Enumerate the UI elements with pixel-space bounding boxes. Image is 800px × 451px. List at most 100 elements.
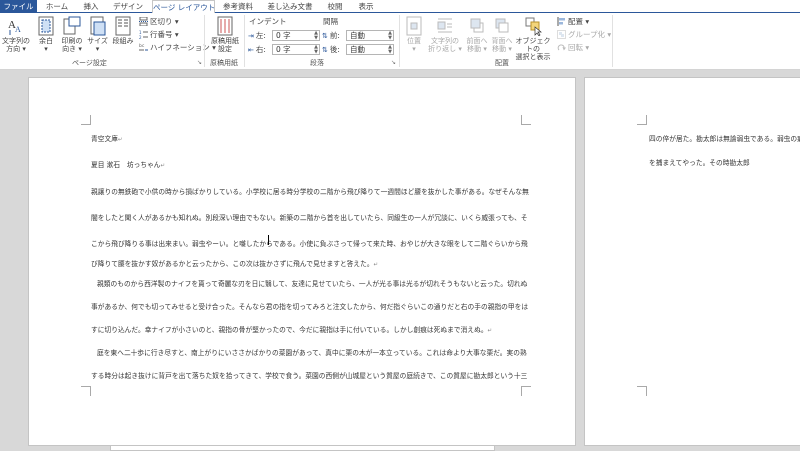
page-setup-group-label: ページ設定 xyxy=(72,59,107,67)
crop-mark xyxy=(81,115,91,125)
crop-mark xyxy=(637,115,647,125)
selection-pane-button[interactable]: オブジェクトの 選択と表示 xyxy=(514,16,552,61)
group-divider xyxy=(612,15,613,67)
indent-header: インデント xyxy=(249,17,287,26)
indent-left-input[interactable]: 0 字 ▲ ▼ xyxy=(272,30,320,41)
orientation-icon xyxy=(63,16,81,35)
crop-mark xyxy=(521,386,531,396)
text-direction-button[interactable]: AA 文字列の 方向 ▾ xyxy=(2,16,30,53)
tab-file[interactable]: ファイル xyxy=(0,0,37,13)
arrange-group-label: 配置 xyxy=(495,59,509,67)
align-icon xyxy=(557,17,565,26)
document-line: 事があるか、何でも切ってみせると受け合った。そんなら君の指を切ってみろと注文した… xyxy=(91,303,529,311)
line-numbers-button[interactable]: 12 行番号 ▾ xyxy=(139,29,179,40)
document-page[interactable]: 青空文庫↵ 夏目 漱石 坊っちゃん↵ 親譲りの無鉄砲で小供の時から損ばかりしてい… xyxy=(28,77,576,446)
tab-home[interactable]: ホーム xyxy=(40,0,74,13)
crop-mark xyxy=(81,386,91,396)
crop-mark xyxy=(637,386,647,396)
group-divider xyxy=(399,15,400,67)
bring-forward-icon xyxy=(470,18,484,33)
tab-insert[interactable]: 挿入 xyxy=(78,0,104,13)
paragraph-mark-icon: ↵ xyxy=(487,328,493,334)
crop-mark xyxy=(521,115,531,125)
margins-button[interactable]: 余白 ▾ xyxy=(34,16,58,53)
position-button[interactable]: 位置 ▾ xyxy=(402,16,426,53)
group-divider xyxy=(204,15,205,67)
ribbon: AA 文字列の 方向 ▾ 余白 ▾ 印刷の 向き ▾ サイズ ▾ 段組み 区切り… xyxy=(0,13,800,70)
indent-right-icon: ⇤ xyxy=(248,45,254,54)
document-line: 親譲りの無鉄砲で小供の時から損ばかりしている。小学校に居る時分学校の二階から飛び… xyxy=(91,188,529,196)
send-backward-button[interactable]: 背面へ 移動 ▾ xyxy=(489,16,515,53)
orientation-button[interactable]: 印刷の 向き ▾ xyxy=(59,16,85,53)
paragraph-mark-icon: ↵ xyxy=(160,163,166,169)
indent-right-input[interactable]: 0 字 ▲ ▼ xyxy=(272,44,320,55)
tab-view[interactable]: 表示 xyxy=(352,0,380,13)
document-line: び降りて腰を抜かす奴があるかと云ったから、この次は抜かさずに飛んで見せますと答え… xyxy=(91,260,379,268)
text-cursor xyxy=(268,235,269,245)
indent-right-label: ⇤ 右: xyxy=(248,45,266,54)
document-area[interactable]: 青空文庫↵ 夏目 漱石 坊っちゃん↵ 親譲りの無鉄砲で小供の時から損ばかりしてい… xyxy=(0,71,800,451)
size-icon xyxy=(90,16,105,36)
rotate-button[interactable]: 回転 ▾ xyxy=(557,42,589,53)
paragraph-group-label: 段落 xyxy=(310,59,324,67)
indent-left-label: ⇥ 左: xyxy=(248,31,266,40)
document-line: 親類のものから西洋製のナイフを貰って奇麗な刃を日に翳して、友達に見せていたら、一… xyxy=(97,280,528,288)
paragraph-launcher-icon[interactable]: ↘ xyxy=(391,59,396,66)
line-numbers-icon: 12 xyxy=(139,30,148,39)
selection-pane-icon xyxy=(525,17,542,36)
breaks-button[interactable]: 区切り ▾ xyxy=(139,16,179,27)
position-icon xyxy=(406,16,422,36)
document-line: 闇をしたと聞く人があるかも知れぬ。別段深い理由でもない。新築の二階から首を出して… xyxy=(91,214,528,222)
manuscript-settings-button[interactable]: 原稿用紙 設定 xyxy=(207,16,243,53)
tab-references[interactable]: 参考資料 xyxy=(218,0,258,13)
document-line: 夏目 漱石 坊っちゃん↵ xyxy=(91,161,166,169)
spinner-arrows-icon[interactable]: ▲ ▼ xyxy=(314,31,318,41)
next-page-edge xyxy=(110,445,495,451)
tab-page-layout[interactable]: ページ レイアウト xyxy=(152,0,215,14)
document-line: こから飛び降りる事は出来まい。弱虫やーい。と囃したからである。小使に負ぶさって帰… xyxy=(91,240,528,248)
group-objects-button[interactable]: グループ化 ▾ xyxy=(557,29,611,40)
tab-mailings[interactable]: 差し込み文書 xyxy=(262,0,318,13)
document-line: を捕まえてやった。その時勘太郎 xyxy=(649,159,750,167)
page-setup-launcher-icon[interactable]: ↘ xyxy=(197,59,202,66)
spinner-arrows-icon[interactable]: ▲ ▼ xyxy=(388,45,392,55)
tab-design[interactable]: デザイン xyxy=(109,0,147,13)
spinner-arrows-icon[interactable]: ▲ ▼ xyxy=(388,31,392,41)
document-line: 四の倅が居た。勘太郎は無論弱虫である。弱虫の癖 xyxy=(649,135,800,143)
paragraph-mark-icon: ↵ xyxy=(117,137,123,143)
svg-text:bc: bc xyxy=(139,43,145,49)
document-page-2[interactable]: 四の倅が居た。勘太郎は無論弱虫である。弱虫の癖 を捕まえてやった。その時勘太郎 xyxy=(584,77,800,446)
columns-icon xyxy=(115,16,131,36)
tab-review[interactable]: 校閲 xyxy=(322,0,348,13)
paragraph-mark-icon: ↵ xyxy=(373,262,379,268)
send-backward-icon xyxy=(495,18,509,33)
size-button[interactable]: サイズ ▾ xyxy=(86,16,109,53)
document-line: 庭を東へ二十歩に行き尽すと、南上がりにいささかばかりの菜園があって、真中に栗の木… xyxy=(97,349,527,357)
text-direction-icon: AA xyxy=(8,19,21,35)
spacing-after-icon: ⇅ xyxy=(322,45,328,54)
wrap-text-button[interactable]: 文字列の 折り返し ▾ xyxy=(427,16,463,53)
rotate-icon xyxy=(557,44,566,51)
group-icon xyxy=(557,30,566,39)
align-button[interactable]: 配置 ▾ xyxy=(557,16,589,27)
bring-forward-button[interactable]: 前面へ 移動 ▾ xyxy=(464,16,490,53)
manuscript-group-label: 原稿用紙 xyxy=(210,59,238,67)
spacing-before-icon: ⇅ xyxy=(322,31,328,40)
wrap-text-icon xyxy=(437,18,452,33)
hyphenation-icon: bc xyxy=(139,43,148,51)
svg-text:2: 2 xyxy=(139,35,142,39)
indent-left-icon: ⇥ xyxy=(248,31,254,40)
breaks-icon xyxy=(139,17,148,26)
margins-icon xyxy=(38,16,54,36)
columns-button[interactable]: 段組み xyxy=(110,16,136,45)
spacing-after-label: ⇅ 後: xyxy=(322,45,340,54)
manuscript-icon xyxy=(217,16,233,36)
document-line: する時分は起き抜けに背戸を出て落ちた奴を拾ってきて、学校で食う。菜園の西側が山城… xyxy=(91,372,528,380)
document-line: 青空文庫↵ xyxy=(91,135,123,143)
spacing-before-input[interactable]: 自動 ▲ ▼ xyxy=(346,30,394,41)
group-divider xyxy=(244,15,245,67)
spacing-header: 間隔 xyxy=(323,17,338,26)
spinner-arrows-icon[interactable]: ▲ ▼ xyxy=(314,45,318,55)
spacing-before-label: ⇅ 前: xyxy=(322,31,340,40)
spacing-after-input[interactable]: 自動 ▲ ▼ xyxy=(346,44,394,55)
